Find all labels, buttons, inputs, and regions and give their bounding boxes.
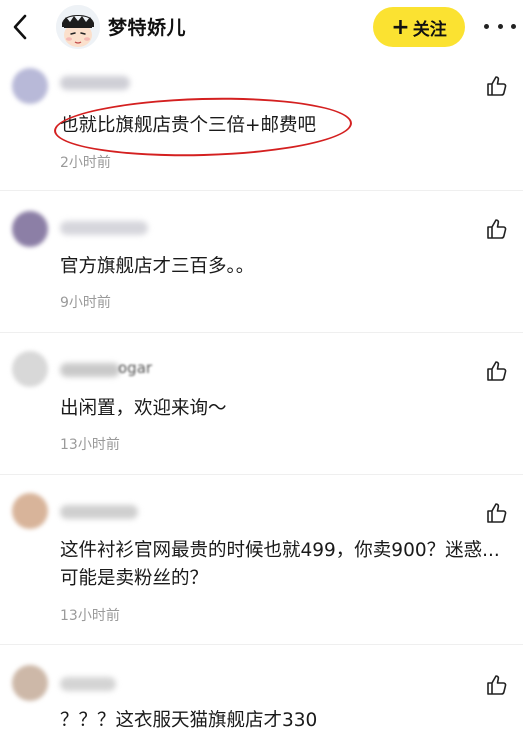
follow-button[interactable]: + 关注: [373, 7, 465, 47]
plus-icon: +: [391, 14, 410, 40]
thumbs-up-icon[interactable]: [485, 359, 509, 383]
back-button[interactable]: [8, 12, 32, 42]
commenter-name[interactable]: [60, 505, 138, 519]
commenter-avatar[interactable]: [12, 68, 48, 104]
divider: [0, 332, 523, 333]
commenter-name[interactable]: [60, 677, 116, 691]
chevron-left-icon: [13, 14, 27, 40]
comment-time: 13小时前: [60, 608, 120, 624]
more-dots-icon[interactable]: [484, 18, 516, 34]
commenter-avatar[interactable]: [12, 665, 48, 701]
comment-time: 13小时前: [60, 437, 120, 453]
comment-text: 这件衬衫官网最贵的时候也就499，你卖900？迷惑...可能是卖粉丝的？: [60, 540, 500, 589]
commenter-name[interactable]: [60, 221, 148, 235]
comment-text: 出闲置，欢迎来询～: [60, 398, 227, 419]
commenter-name-fragment: ogar: [118, 359, 153, 377]
commenter-avatar[interactable]: [12, 211, 48, 247]
username[interactable]: 梦特娇儿: [108, 13, 186, 40]
avatar[interactable]: [56, 5, 100, 49]
thumbs-up-icon[interactable]: [485, 501, 509, 525]
comment-time: 9小时前: [60, 295, 111, 311]
commenter-name[interactable]: [60, 76, 130, 90]
cartoon-avatar-icon: [56, 5, 100, 49]
commenter-avatar[interactable]: [12, 493, 48, 529]
thumbs-up-icon[interactable]: [485, 74, 509, 98]
divider: [0, 644, 523, 645]
divider: [0, 474, 523, 475]
comment-text: 官方旗舰店才三百多。。: [60, 256, 255, 277]
top-bar: 梦特娇儿 + 关注: [0, 0, 523, 54]
commenter-avatar[interactable]: [12, 351, 48, 387]
thumbs-up-icon[interactable]: [485, 217, 509, 241]
comment-text: 也就比旗舰店贵个三倍+邮费吧: [60, 115, 317, 136]
follow-label: 关注: [412, 19, 447, 40]
comment-text: ？？？这衣服天猫旗舰店才330: [60, 710, 318, 731]
commenter-name[interactable]: [60, 363, 120, 377]
thumbs-up-icon[interactable]: [485, 673, 509, 697]
divider: [0, 190, 523, 191]
comment-time: 2小时前: [60, 155, 111, 171]
